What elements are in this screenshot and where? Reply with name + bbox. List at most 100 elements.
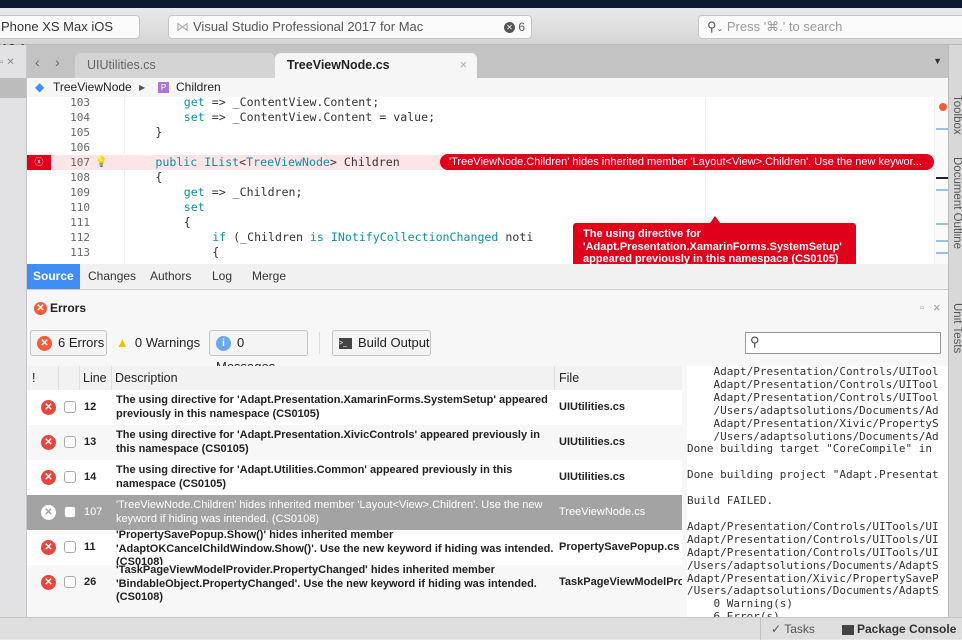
code-text: { xyxy=(184,215,191,230)
search-input[interactable]: ⚲⌄ Press '⌘.' to search xyxy=(698,15,962,39)
code-token: { xyxy=(155,170,163,184)
source-view-tabs: Source Changes Authors Log Merge xyxy=(27,264,948,290)
line-number: 113 xyxy=(70,246,90,259)
lightbulb-icon[interactable]: 💡 xyxy=(95,155,107,170)
close-tab-icon[interactable]: × xyxy=(460,53,467,77)
column-severity[interactable]: ! xyxy=(32,366,35,390)
error-file: UIUtilities.cs xyxy=(559,436,626,448)
row-checkbox[interactable] xyxy=(64,471,76,483)
tab-list-dropdown-icon[interactable]: ▼ xyxy=(933,56,942,66)
row-checkbox[interactable] xyxy=(64,506,76,518)
code-line[interactable]: 109 get => _Children; xyxy=(27,185,948,200)
code-token: noti xyxy=(498,230,534,244)
overview-ruler[interactable] xyxy=(934,97,948,264)
build-output-log[interactable]: Adapt/Presentation/Controls/UITool Adapt… xyxy=(687,366,948,617)
code-line[interactable]: 110 set xyxy=(27,200,948,215)
divider xyxy=(111,366,112,390)
main-toolbar: Phone XS Max iOS 12.1 ⋈ Visual Studio Pr… xyxy=(0,8,962,56)
info-icon: i xyxy=(216,336,231,352)
tab-log[interactable]: Log xyxy=(206,264,238,289)
pad-controls[interactable]: ▫ ✕ xyxy=(0,57,15,68)
code-token: set xyxy=(183,110,205,124)
class-icon: ◆ xyxy=(35,80,45,94)
code-line[interactable]: 104 set => _ContentView.Content = value; xyxy=(27,110,948,125)
error-row[interactable]: ✕ 11 'PropertySavePopup.Show()' hides inhe… xyxy=(27,529,682,568)
pad-maximize-icon[interactable]: ▫ xyxy=(920,302,924,314)
tab-merge[interactable]: Merge xyxy=(246,264,292,289)
document-outline-tab[interactable]: Document Outline xyxy=(951,157,962,249)
row-checkbox[interactable] xyxy=(64,401,76,413)
errors-filter-button[interactable]: ✕ 6 Errors xyxy=(30,330,107,356)
caret-marker xyxy=(936,177,948,179)
search-placeholder: Press '⌘.' to search xyxy=(726,19,843,34)
error-description: The using directive for 'Adapt.Presentat… xyxy=(116,429,540,455)
tasks-button[interactable]: ✓ Tasks xyxy=(771,618,815,640)
error-count-badge[interactable]: ✕ 6 xyxy=(503,16,525,38)
column-line[interactable]: Line xyxy=(83,366,107,390)
row-checkbox[interactable] xyxy=(64,436,76,448)
code-line[interactable]: 108 { xyxy=(27,170,948,185)
line-number: 110 xyxy=(70,201,90,214)
tab-label: Merge xyxy=(252,269,287,283)
line-number: 109 xyxy=(70,186,90,199)
line-number: 103 xyxy=(70,97,90,109)
breadcrumb-member[interactable]: Children xyxy=(176,78,221,97)
code-token: } xyxy=(155,125,163,139)
code-line[interactable]: 103 get => _ContentView.Content; xyxy=(27,97,948,110)
nav-back-icon[interactable]: ‹ xyxy=(35,54,40,70)
error-row[interactable]: ✕ 14 The using directive for 'Adapt.Utilit… xyxy=(27,460,682,495)
errors-table-header: ! Line Description File xyxy=(27,366,682,390)
tooltip-arrow xyxy=(710,216,720,223)
messages-filter-button[interactable]: i0 Messages xyxy=(209,330,308,374)
breadcrumb-class[interactable]: TreeViewNode xyxy=(53,78,132,97)
tab-authors[interactable]: Authors xyxy=(144,264,197,289)
tab-changes[interactable]: Changes xyxy=(82,264,142,289)
error-row[interactable]: ✕ 13 The using directive for 'Adapt.Presen… xyxy=(27,425,682,460)
error-row[interactable]: ✕ 26 'TaskPageViewModelProvider.PropertyCh… xyxy=(27,564,682,603)
search-icon: ⚲ xyxy=(750,334,760,349)
error-icon: ✕ xyxy=(34,302,47,316)
inline-error-text: 'TreeViewNode.Children' hides inherited … xyxy=(449,156,922,168)
desktop-background xyxy=(0,0,962,8)
row-checkbox[interactable] xyxy=(64,576,76,588)
code-token: { xyxy=(183,215,191,229)
line-number: 112 xyxy=(70,231,90,244)
toolbox-tab[interactable]: Toolbox xyxy=(951,95,962,135)
column-description[interactable]: Description xyxy=(115,366,178,390)
code-token: TreeViewNode xyxy=(246,155,330,169)
tab-treeviewnode[interactable]: TreeViewNode.cs × xyxy=(275,53,477,78)
unit-tests-tab[interactable]: Unit Tests xyxy=(951,303,962,353)
error-gutter-icon[interactable]: ⓧ xyxy=(27,155,51,170)
code-line[interactable]: 105} xyxy=(27,125,948,140)
checkmark-icon: ✓ xyxy=(771,622,782,636)
tab-source[interactable]: Source xyxy=(27,264,80,289)
pad-close-icon[interactable]: × xyxy=(933,300,941,315)
row-checkbox[interactable] xyxy=(64,541,76,553)
inline-error-banner[interactable]: 'TreeViewNode.Children' hides inherited … xyxy=(440,154,934,170)
tab-label: Authors xyxy=(150,269,192,283)
build-output-button[interactable]: >_ Build Output xyxy=(332,330,431,356)
code-text: set => _ContentView.Content = value; xyxy=(184,110,435,125)
tab-label: TreeViewNode.cs xyxy=(287,58,390,72)
button-label: 6 Errors xyxy=(58,335,105,350)
marker xyxy=(936,240,948,242)
tab-uiutilities[interactable]: UIUtilities.cs xyxy=(75,53,275,78)
code-text: get => _ContentView.Content; xyxy=(184,97,379,110)
code-editor[interactable]: 103 get => _ContentView.Content; 104 set =>… xyxy=(27,97,948,264)
tab-label: Source xyxy=(33,269,74,283)
nav-forward-icon[interactable]: › xyxy=(55,54,60,70)
errors-search-input[interactable]: ⚲ xyxy=(745,332,941,354)
error-line: 14 xyxy=(84,471,97,483)
error-row[interactable]: ✕ 12 The using directive for 'Adapt.Presen… xyxy=(27,390,682,425)
device-selector[interactable]: Phone XS Max iOS 12.1 xyxy=(0,15,140,56)
column-file[interactable]: File xyxy=(559,366,579,390)
code-token: > Children xyxy=(329,155,400,169)
error-row[interactable]: ✕ 107 'TreeViewNode.Children' hides inheri… xyxy=(27,495,682,530)
code-token: (_Children xyxy=(226,230,310,244)
code-line[interactable]: 106 xyxy=(27,140,948,155)
package-console-button[interactable]: Package Console xyxy=(842,618,956,640)
error-icon: ✕ xyxy=(41,540,56,555)
warnings-filter-button[interactable]: ▲ 0 Warnings xyxy=(109,330,205,356)
tasks-label: Tasks xyxy=(784,622,815,636)
code-token: is xyxy=(309,230,331,244)
